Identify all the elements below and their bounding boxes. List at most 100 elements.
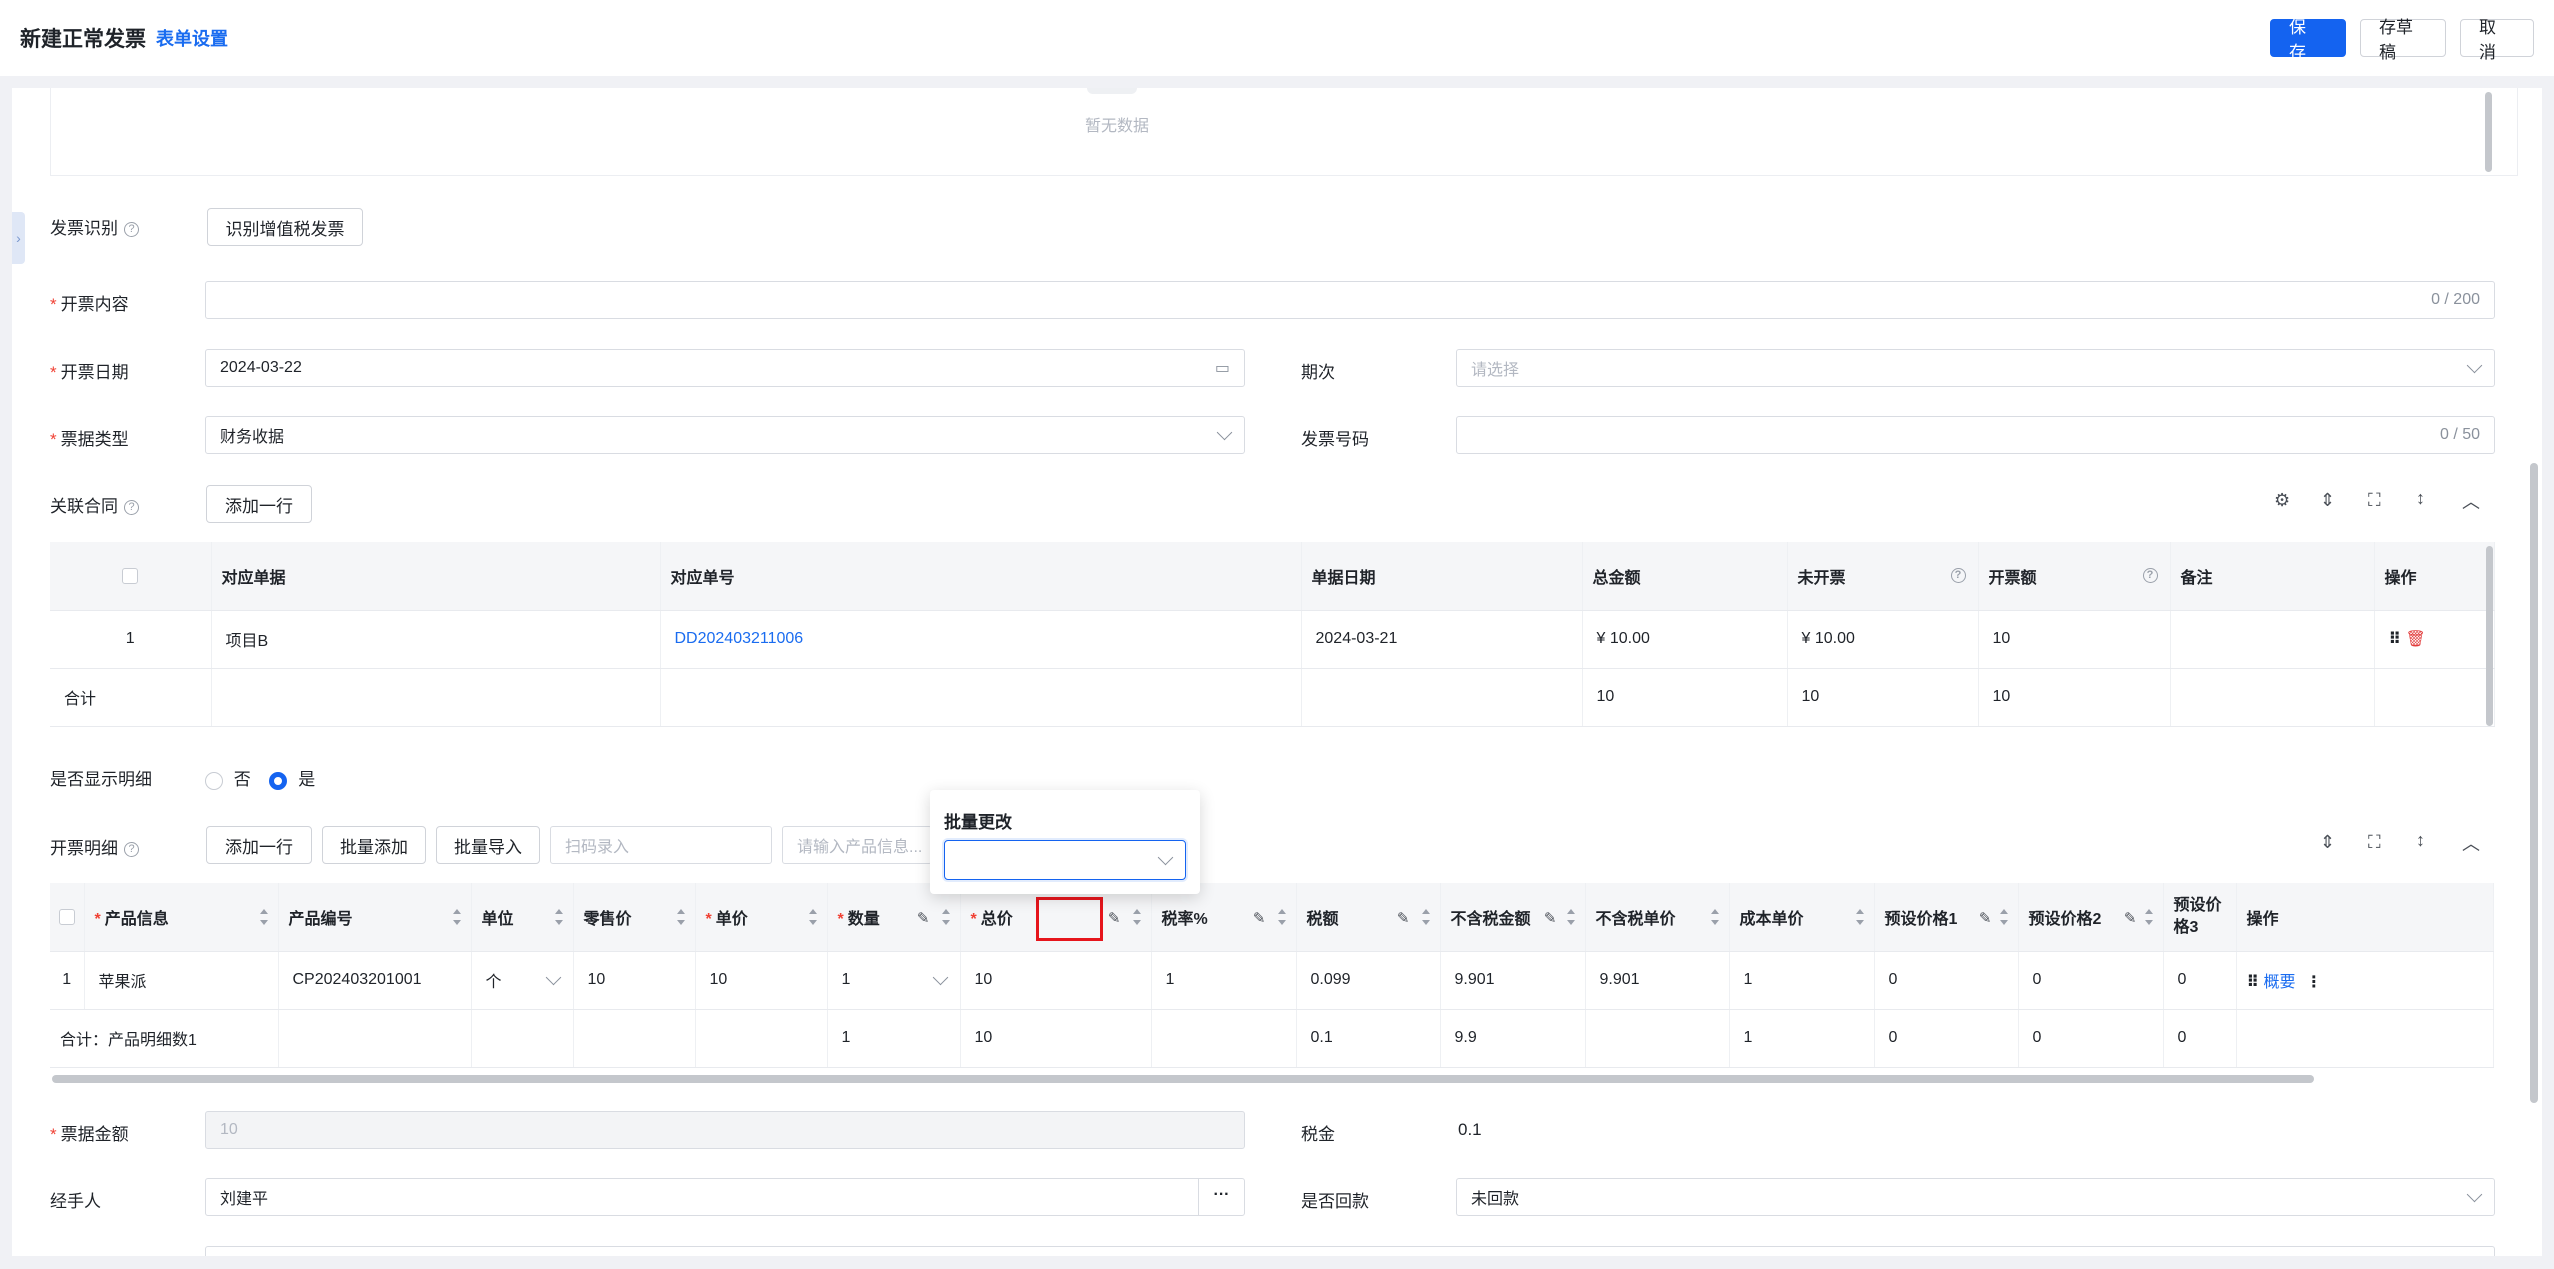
cell-ex-tax-price[interactable]: 9.901: [1585, 951, 1730, 1010]
radio-no-label[interactable]: 否: [234, 770, 251, 789]
sort-icon[interactable]: [1421, 909, 1430, 925]
sort-icon[interactable]: [2144, 909, 2153, 925]
cell-note[interactable]: [2170, 610, 2375, 669]
sort-icon[interactable]: [554, 909, 563, 925]
sort-icon[interactable]: [1566, 909, 1575, 925]
recognize-vat-invoice-button[interactable]: 识别增值税发票: [207, 208, 363, 246]
cell-total[interactable]: 10: [960, 951, 1152, 1010]
column-header-cost[interactable]: 成本单价: [1729, 883, 1875, 952]
content-input[interactable]: 0 / 200: [205, 281, 2495, 319]
sort-icon[interactable]: [1132, 909, 1141, 925]
sort-icon[interactable]: [1710, 909, 1719, 925]
radio-no[interactable]: [205, 771, 223, 790]
side-panel-toggle[interactable]: ›: [12, 212, 25, 264]
column-header-code[interactable]: 产品编号: [278, 883, 472, 952]
sort-icon[interactable]: [808, 909, 817, 925]
select-all-checkbox[interactable]: [122, 567, 139, 584]
sort-icon[interactable]: [259, 909, 268, 925]
help-icon[interactable]: ?: [124, 842, 139, 858]
product-search-input[interactable]: 请输入产品信息...: [782, 826, 932, 864]
select-all-checkbox[interactable]: [58, 908, 75, 925]
cell-price[interactable]: 10: [695, 951, 828, 1010]
batch-edit-icon[interactable]: ✎: [1253, 909, 1266, 927]
date-input[interactable]: 2024-03-22 ▭: [205, 349, 1245, 387]
column-header-price[interactable]: * 单价: [695, 883, 828, 952]
bill-type-select[interactable]: 财务收据: [205, 416, 1245, 454]
sort-icon[interactable]: [941, 909, 950, 925]
sort-icon[interactable]: [676, 909, 685, 925]
help-icon[interactable]: ?: [1950, 568, 1966, 583]
batch-edit-icon[interactable]: ✎: [1544, 909, 1557, 927]
batch-edit-icon[interactable]: ✎: [1108, 909, 1121, 927]
fullscreen-icon[interactable]: ⛶: [2368, 490, 2381, 511]
cell-tax-rate[interactable]: 1: [1151, 951, 1297, 1010]
cell-qty[interactable]: 1: [827, 951, 961, 1010]
column-header-preset3[interactable]: 预设价格3: [2163, 883, 2237, 952]
paid-back-select[interactable]: 未回款: [1456, 1178, 2495, 1216]
sort-icon[interactable]: [1855, 909, 1864, 925]
summary-link[interactable]: 概要: [2263, 974, 2295, 991]
cell-cost[interactable]: 1: [1729, 951, 1875, 1010]
settings-icon[interactable]: ⚙: [2274, 490, 2290, 511]
help-icon[interactable]: ?: [2142, 568, 2158, 583]
column-height-icon[interactable]: ⇕: [2320, 832, 2335, 853]
batch-edit-icon[interactable]: ✎: [1979, 909, 1992, 927]
sort-icon[interactable]: [1277, 909, 1286, 925]
expand-vertical-icon[interactable]: ↕: [2416, 830, 2425, 851]
cell-tax[interactable]: 0.099: [1296, 951, 1441, 1010]
column-header-preset2[interactable]: 预设价格2 ✎: [2018, 883, 2164, 952]
contract-table-scrollbar[interactable]: [2486, 546, 2493, 726]
sort-icon[interactable]: [452, 909, 461, 925]
invoice-no-input[interactable]: 0 / 50: [1456, 416, 2495, 454]
column-header-retail[interactable]: 零售价: [573, 883, 696, 952]
drag-handle-icon[interactable]: ⠿: [2247, 974, 2260, 991]
column-header-ex-tax-amount[interactable]: 不含税金额 ✎: [1440, 883, 1586, 952]
batch-add-button[interactable]: 批量添加: [322, 826, 426, 864]
form-settings-link[interactable]: 表单设置: [156, 25, 228, 51]
drag-handle-icon[interactable]: ⠿: [2389, 631, 2402, 648]
delete-icon[interactable]: 🗑: [2405, 631, 2425, 648]
radio-yes-label[interactable]: 是: [298, 770, 315, 789]
detail-table-hscrollbar[interactable]: [52, 1075, 2314, 1083]
cell-doc-no-link[interactable]: DD202403211006: [660, 610, 1302, 669]
sort-icon[interactable]: [1999, 909, 2008, 925]
cell-ex-tax-amount[interactable]: 9.901: [1440, 951, 1586, 1010]
save-button[interactable]: 保 存: [2270, 18, 2346, 62]
detail-add-row-button[interactable]: 添加一行: [206, 826, 312, 864]
column-header-unit[interactable]: 单位: [471, 883, 574, 952]
collapse-icon[interactable]: ︿: [2462, 488, 2480, 514]
empty-area-scrollbar[interactable]: [2485, 92, 2492, 172]
column-header-tax[interactable]: 税额 ✎: [1296, 883, 1441, 952]
batch-import-button[interactable]: 批量导入: [436, 826, 540, 864]
handler-input[interactable]: 刘建平 ···: [205, 1178, 1245, 1216]
period-select[interactable]: 请选择: [1456, 349, 2495, 387]
batch-edit-icon[interactable]: ✎: [917, 909, 930, 927]
cell-doc[interactable]: 项目B: [211, 610, 661, 669]
cell-preset2[interactable]: 0: [2018, 951, 2164, 1010]
scan-input[interactable]: 扫码录入: [550, 826, 772, 864]
cell-retail[interactable]: 10: [573, 951, 696, 1010]
help-icon[interactable]: ?: [124, 222, 139, 238]
save-draft-button[interactable]: 存草稿: [2360, 18, 2446, 62]
cell-product[interactable]: 苹果派: [84, 951, 279, 1010]
collapse-icon[interactable]: ︿: [2462, 830, 2480, 856]
more-options-icon[interactable]: ···: [1198, 1179, 1244, 1215]
batch-edit-icon[interactable]: ✎: [2124, 909, 2137, 927]
column-header-ex-tax-price[interactable]: 不含税单价: [1585, 883, 1730, 952]
column-header-product[interactable]: * 产品信息: [84, 883, 279, 952]
cell-unit[interactable]: 个: [471, 951, 574, 1010]
cell-preset3[interactable]: 0: [2163, 951, 2237, 1010]
more-icon[interactable]: ⋮: [2306, 974, 2322, 991]
cell-preset1[interactable]: 0: [1874, 951, 2019, 1010]
help-icon[interactable]: ?: [124, 500, 139, 516]
calendar-icon[interactable]: ▭: [1215, 358, 1230, 378]
batch-edit-icon[interactable]: ✎: [1397, 909, 1410, 927]
cell-invoiced[interactable]: 10: [1978, 610, 2171, 669]
contract-add-row-button[interactable]: 添加一行: [206, 485, 312, 523]
fullscreen-icon[interactable]: ⛶: [2368, 832, 2381, 853]
page-scrollbar[interactable]: [2530, 463, 2538, 1103]
expand-vertical-icon[interactable]: ↕: [2416, 488, 2425, 509]
batch-edit-select[interactable]: [944, 840, 1186, 880]
column-height-icon[interactable]: ⇕: [2320, 490, 2335, 511]
column-header-preset1[interactable]: 预设价格1 ✎: [1874, 883, 2019, 952]
